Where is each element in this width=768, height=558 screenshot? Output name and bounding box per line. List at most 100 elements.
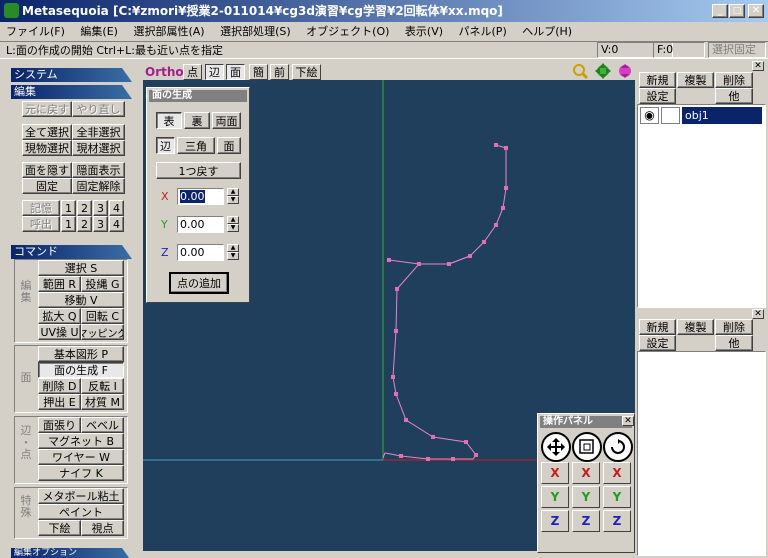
- material-tool-button[interactable]: 材質 M: [81, 394, 124, 410]
- select-material-button[interactable]: 現材選択: [72, 140, 125, 156]
- rotate-mode-icon[interactable]: [603, 432, 633, 462]
- vertex[interactable]: [464, 440, 468, 444]
- material-copy-button[interactable]: 複製: [677, 319, 714, 335]
- vertex[interactable]: [387, 258, 391, 262]
- memory-slot-3[interactable]: 3: [93, 200, 108, 216]
- primitive-tool-button[interactable]: 基本図形 P: [38, 346, 124, 362]
- move-z-button[interactable]: Z: [541, 510, 569, 532]
- menu-file[interactable]: ファイル(F): [6, 25, 65, 38]
- vertex[interactable]: [451, 457, 455, 461]
- object-item-obj1[interactable]: obj1: [682, 107, 762, 124]
- object-other-button[interactable]: 他: [715, 88, 753, 104]
- vertex[interactable]: [501, 206, 505, 210]
- menu-help[interactable]: ヘルプ(H): [522, 25, 572, 38]
- delete-tool-button[interactable]: 削除 D: [38, 378, 81, 394]
- scale-tool-button[interactable]: 拡大 Q: [38, 308, 81, 324]
- recall-slot-3[interactable]: 3: [93, 216, 108, 232]
- object-copy-button[interactable]: 複製: [677, 72, 714, 88]
- select-none-button[interactable]: 全非選択: [72, 124, 125, 140]
- select-tool-button[interactable]: 選択 S: [38, 260, 124, 276]
- selection-lock[interactable]: 選択固定: [708, 42, 766, 58]
- scale-y-button[interactable]: Y: [572, 486, 600, 508]
- y-spinner[interactable]: ▲ ▼: [227, 216, 239, 233]
- close-button[interactable]: ✕: [748, 4, 764, 18]
- vertex[interactable]: [494, 143, 498, 147]
- viewpoint-tool-button[interactable]: 視点: [81, 520, 124, 536]
- select-object-button[interactable]: 現物選択: [22, 140, 72, 156]
- stretch-tool-button[interactable]: 面張り: [38, 417, 81, 433]
- rotate-view-icon[interactable]: [619, 64, 631, 78]
- menu-edit[interactable]: 編集(E): [80, 25, 118, 38]
- memory-slot-2[interactable]: 2: [77, 200, 92, 216]
- rotate-x-button[interactable]: X: [603, 462, 631, 484]
- wire-tool-button[interactable]: ワイヤー W: [38, 449, 124, 465]
- section-command[interactable]: コマンド: [11, 245, 132, 259]
- scale-mode-icon[interactable]: [572, 432, 602, 462]
- object-delete-button[interactable]: 削除: [715, 72, 753, 88]
- recall-slot-2[interactable]: 2: [77, 216, 92, 232]
- material-settings-button[interactable]: 設定: [639, 335, 676, 351]
- menu-object[interactable]: オブジェクト(O): [306, 25, 389, 38]
- sketch-tool-button[interactable]: 下絵: [38, 520, 81, 536]
- scale-z-button[interactable]: Z: [572, 510, 600, 532]
- paint-tool-button[interactable]: ペイント: [38, 504, 124, 520]
- unfix-button[interactable]: 固定解除: [72, 178, 125, 194]
- undo-one-button[interactable]: 1つ戻す: [156, 162, 241, 179]
- lock-icon[interactable]: [661, 107, 680, 124]
- vertex[interactable]: [431, 435, 435, 439]
- recall-button[interactable]: 呼出: [22, 216, 60, 232]
- face-display-toggle[interactable]: 面: [226, 64, 245, 80]
- object-list[interactable]: ◉ obj1: [637, 104, 766, 308]
- mode-face-toggle[interactable]: 面: [217, 137, 241, 154]
- recall-slot-1[interactable]: 1: [61, 216, 76, 232]
- uv-tool-button[interactable]: UV操 U: [38, 324, 81, 340]
- material-panel-close-icon[interactable]: ✕: [752, 309, 764, 319]
- vertex[interactable]: [474, 453, 478, 457]
- y-input[interactable]: 0.00: [177, 216, 224, 233]
- section-edit-options[interactable]: 編集オプション: [11, 548, 132, 558]
- move-tool-button[interactable]: 移動 V: [38, 292, 124, 308]
- hide-faces-button[interactable]: 面を隠す: [22, 162, 72, 178]
- front-view-toggle[interactable]: 前: [270, 64, 289, 80]
- minimize-button[interactable]: _: [712, 4, 728, 18]
- menu-attributes[interactable]: 選択部属性(A): [133, 25, 204, 38]
- memory-slot-4[interactable]: 4: [109, 200, 124, 216]
- bevel-tool-button[interactable]: ベベル: [81, 417, 124, 433]
- add-point-button[interactable]: 点の追加: [169, 272, 229, 294]
- material-other-button[interactable]: 他: [715, 335, 753, 351]
- ortho-label[interactable]: Ortho: [145, 64, 184, 80]
- object-panel-close-icon[interactable]: ✕: [752, 61, 764, 71]
- undo-button[interactable]: 元に戻す: [22, 101, 72, 117]
- show-hidden-button[interactable]: 隠面表示: [72, 162, 125, 178]
- face-create-tool-button[interactable]: 面の生成 F: [38, 362, 124, 378]
- rotate-z-button[interactable]: Z: [603, 510, 631, 532]
- vertex[interactable]: [395, 287, 399, 291]
- section-edit[interactable]: 編集: [11, 85, 132, 99]
- z-spinner[interactable]: ▲ ▼: [227, 244, 239, 261]
- redo-button[interactable]: やり直し: [72, 101, 125, 117]
- x-input[interactable]: 0.00: [177, 188, 224, 205]
- rotate-y-button[interactable]: Y: [603, 486, 631, 508]
- recall-slot-4[interactable]: 4: [109, 216, 124, 232]
- object-settings-button[interactable]: 設定: [639, 88, 676, 104]
- vertex[interactable]: [417, 262, 421, 266]
- move-x-button[interactable]: X: [541, 462, 569, 484]
- simple-display-toggle[interactable]: 簡: [249, 64, 268, 80]
- memory-button[interactable]: 記憶: [22, 200, 60, 216]
- face-front-toggle[interactable]: 表: [156, 112, 182, 129]
- mapping-tool-button[interactable]: マッピング: [81, 324, 124, 340]
- extrude-tool-button[interactable]: 押出 E: [38, 394, 81, 410]
- select-all-button[interactable]: 全て選択: [22, 124, 72, 140]
- menu-selection[interactable]: 選択部処理(S): [220, 25, 291, 38]
- vertex[interactable]: [394, 329, 398, 333]
- rotate-tool-button[interactable]: 回転 C: [81, 308, 124, 324]
- move-y-button[interactable]: Y: [541, 486, 569, 508]
- menu-view[interactable]: 表示(V): [405, 25, 443, 38]
- knife-tool-button[interactable]: ナイフ K: [38, 465, 124, 481]
- vertex[interactable]: [504, 146, 508, 150]
- z-input[interactable]: 0.00: [177, 244, 224, 261]
- section-system[interactable]: システム: [11, 68, 132, 82]
- object-new-button[interactable]: 新規: [639, 72, 676, 88]
- vertex[interactable]: [494, 223, 498, 227]
- mode-triangle-toggle[interactable]: 三角: [177, 137, 215, 154]
